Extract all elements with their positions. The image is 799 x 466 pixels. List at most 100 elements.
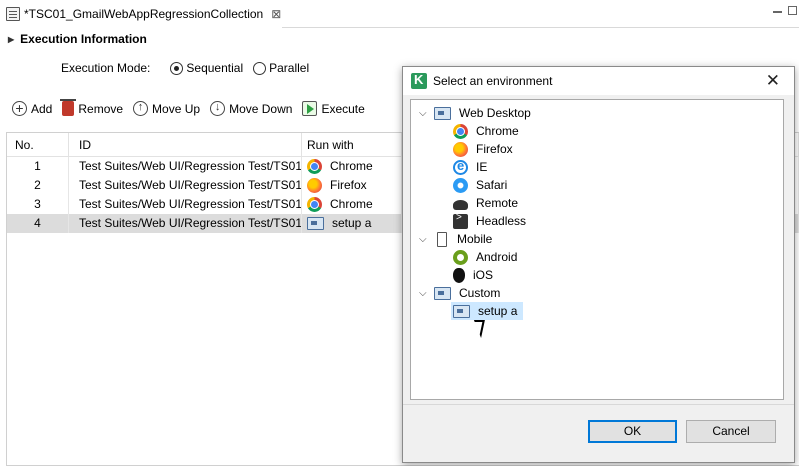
run-with-label: setup a — [332, 216, 372, 230]
section-title: Execution Information — [20, 32, 147, 46]
tab-title: *TSC01_GmailWebAppRegressionCollection — [24, 7, 264, 21]
tree-item-label: setup a — [478, 304, 518, 318]
row-number: 1 — [7, 157, 69, 176]
arrow-down-icon — [210, 101, 226, 116]
tree-item-safari[interactable]: Safari — [453, 176, 507, 194]
editor-tab-bar: *TSC01_GmailWebAppRegressionCollection ⊠ — [0, 0, 799, 28]
tree-item-remote[interactable]: Remote — [453, 194, 518, 212]
column-header-run-with[interactable]: Run with — [302, 133, 402, 156]
firefox-icon — [453, 141, 468, 157]
execution-information-section[interactable]: ▶ Execution Information — [8, 32, 147, 46]
chrome-icon — [307, 197, 322, 212]
row-run-with[interactable]: Firefox — [302, 176, 402, 195]
terminal-icon — [453, 212, 468, 229]
row-number: 4 — [7, 214, 69, 233]
mobile-device-icon — [437, 231, 447, 247]
collection-toolbar: Add Remove Move Up Move Down Execute — [12, 99, 375, 116]
add-button[interactable]: Add — [12, 100, 53, 116]
row-number: 3 — [7, 195, 69, 214]
radio-sequential[interactable]: Sequential — [170, 61, 243, 75]
add-icon — [12, 100, 27, 116]
environment-tree[interactable]: ⌵ Web Desktop Chrome Firefox IE Safari R… — [410, 99, 784, 400]
remove-label: Remove — [78, 101, 124, 116]
radio-parallel-label: Parallel — [269, 61, 310, 75]
column-header-id[interactable]: ID — [69, 133, 302, 156]
select-environment-dialog: Select an environment ✕ ⌵ Web Desktop Ch… — [402, 66, 795, 463]
row-run-with[interactable]: setup a — [302, 214, 402, 233]
close-icon[interactable]: ✕ — [766, 71, 780, 91]
radio-selected-icon[interactable] — [170, 61, 184, 75]
arrow-up-icon — [133, 101, 149, 116]
run-with-label: Firefox — [330, 178, 367, 192]
tree-item-label: Headless — [476, 214, 527, 228]
row-id: Test Suites/Web UI/Regression Test/TS01_ — [69, 214, 302, 233]
row-id: Test Suites/Web UI/Regression Test/TS01_ — [69, 157, 302, 176]
execute-button[interactable]: Execute — [302, 101, 365, 116]
tree-item-headless[interactable]: Headless — [453, 212, 526, 230]
tree-item-label: Safari — [476, 178, 508, 192]
tree-item-chrome[interactable]: Chrome — [453, 122, 519, 140]
row-number: 2 — [7, 176, 69, 195]
minimize-icon[interactable] — [773, 11, 782, 13]
tree-group-mobile[interactable]: ⌵ Mobile — [419, 230, 492, 248]
add-label: Add — [31, 101, 53, 116]
tree-item-ie[interactable]: IE — [453, 158, 487, 176]
apple-icon — [453, 267, 465, 283]
desktop-icon — [434, 106, 451, 120]
tree-group-custom[interactable]: ⌵ Custom — [419, 284, 500, 302]
test-suite-collection-icon — [6, 7, 20, 21]
katalon-logo-icon — [411, 72, 427, 89]
cancel-button[interactable]: Cancel — [686, 420, 776, 443]
move-up-button[interactable]: Move Up — [133, 101, 200, 116]
custom-desktop-icon — [453, 304, 470, 318]
trash-icon — [60, 99, 77, 116]
play-icon — [302, 101, 318, 116]
run-with-label: Chrome — [330, 197, 373, 211]
move-down-button[interactable]: Move Down — [210, 101, 292, 116]
maximize-icon[interactable] — [788, 6, 797, 15]
execution-mode-group: Execution Mode: Sequential Parallel — [61, 61, 309, 75]
ie-icon — [453, 158, 468, 175]
chrome-icon — [453, 123, 468, 139]
move-up-label: Move Up — [152, 101, 201, 116]
cloud-icon — [453, 200, 468, 210]
firefox-icon — [307, 178, 322, 193]
row-run-with[interactable]: Chrome — [302, 157, 402, 176]
radio-parallel[interactable]: Parallel — [253, 61, 309, 75]
tree-group-web-desktop[interactable]: ⌵ Web Desktop — [419, 104, 531, 122]
execute-label: Execute — [321, 101, 365, 116]
custom-desktop-icon — [307, 217, 324, 230]
row-run-with[interactable]: Chrome — [302, 195, 402, 214]
tree-item-label: IE — [476, 160, 488, 174]
move-down-label: Move Down — [229, 101, 293, 116]
tree-item-label: iOS — [473, 268, 494, 282]
desktop-icon — [434, 286, 451, 300]
chrome-icon — [307, 159, 322, 174]
expand-triangle-icon: ▶ — [8, 34, 15, 44]
safari-icon — [453, 177, 468, 193]
chevron-down-icon[interactable]: ⌵ — [419, 234, 429, 245]
run-with-label: Chrome — [330, 159, 373, 173]
tree-item-setup-a[interactable]: setup a — [451, 302, 524, 320]
chevron-down-icon[interactable]: ⌵ — [419, 108, 429, 119]
dialog-divider — [403, 404, 794, 405]
row-id: Test Suites/Web UI/Regression Test/TS01_ — [69, 176, 302, 195]
execution-mode-label: Execution Mode: — [61, 61, 151, 75]
android-icon — [453, 249, 468, 265]
close-icon[interactable]: ⊠ — [271, 7, 281, 21]
tree-item-ios[interactable]: iOS — [453, 266, 493, 284]
tree-item-android[interactable]: Android — [453, 248, 517, 266]
remove-button[interactable]: Remove — [60, 99, 124, 116]
dialog-title-bar: Select an environment ✕ — [403, 67, 794, 95]
tree-group-label: Mobile — [457, 232, 493, 246]
column-header-no[interactable]: No. — [7, 133, 69, 156]
chevron-down-icon[interactable]: ⌵ — [419, 288, 429, 299]
tree-group-label: Web Desktop — [459, 106, 531, 120]
editor-tab[interactable]: *TSC01_GmailWebAppRegressionCollection ⊠ — [0, 0, 282, 28]
radio-unselected-icon[interactable] — [253, 61, 267, 75]
ok-button[interactable]: OK — [588, 420, 677, 443]
dialog-title: Select an environment — [433, 74, 553, 88]
tree-item-label: Android — [476, 250, 518, 264]
radio-sequential-label: Sequential — [186, 61, 244, 75]
tree-item-firefox[interactable]: Firefox — [453, 140, 513, 158]
